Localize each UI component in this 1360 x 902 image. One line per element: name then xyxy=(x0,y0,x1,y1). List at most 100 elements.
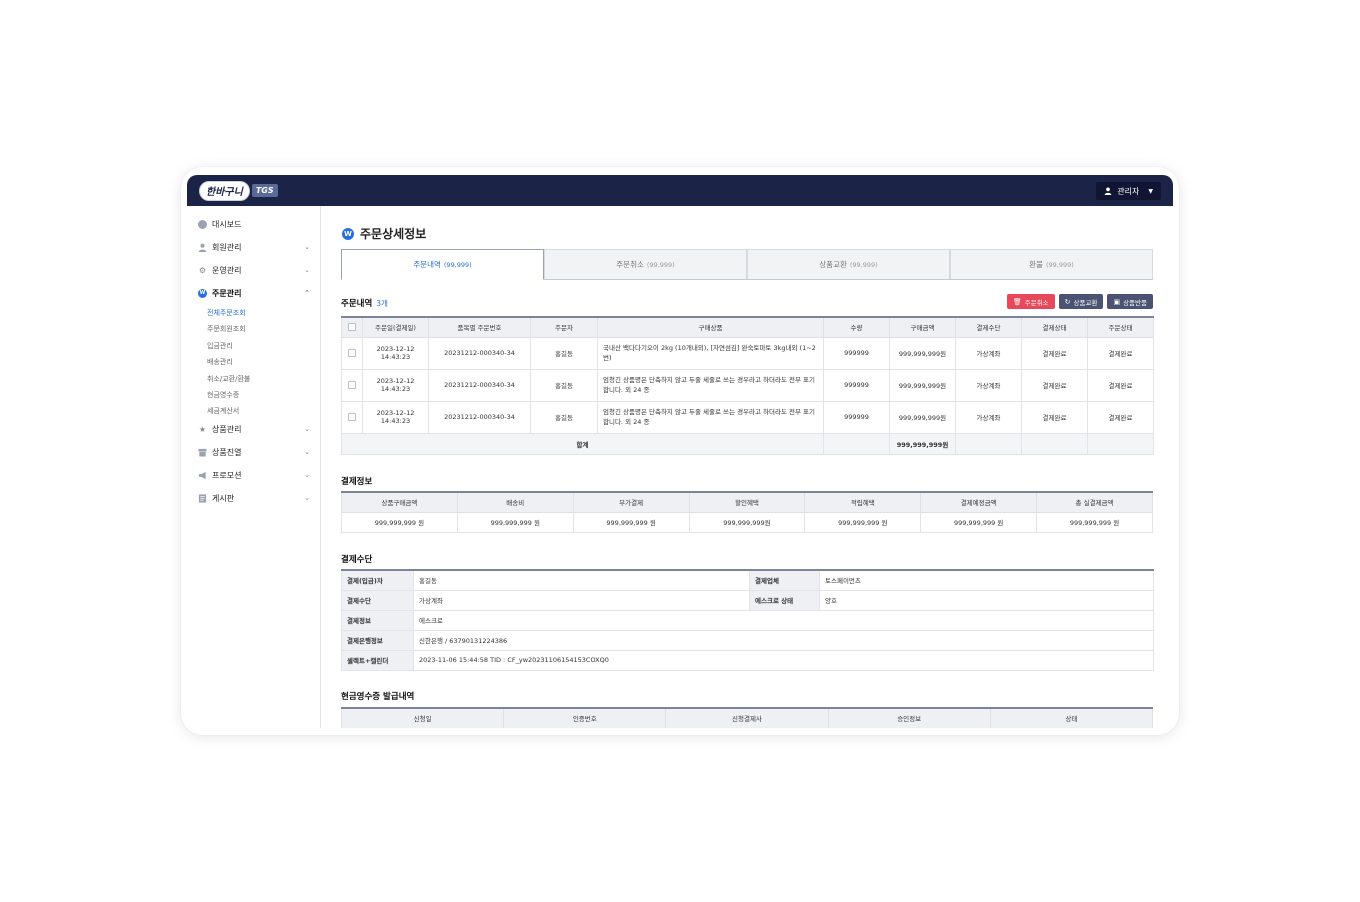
total-row: 합계 999,999,999원 xyxy=(341,432,1154,455)
payment-value: 999,999,999원 xyxy=(688,511,806,533)
column-header: 신청결제사 xyxy=(665,707,829,728)
row-checkbox[interactable] xyxy=(348,381,356,389)
tab-refund[interactable]: 환불 (99,999) xyxy=(950,249,1153,279)
page-title: W 주문상세정보 xyxy=(342,225,426,242)
column-header: 구매금액 xyxy=(889,316,956,338)
column-header: 상품구매금액 xyxy=(341,491,458,513)
buyer-name: 홍길동 xyxy=(530,368,598,402)
sidebar-subitem-tax-invoice[interactable]: 세금계산서 xyxy=(207,406,239,416)
table-row[interactable]: 2023-12-12 14:43:23 20231212-000340-34 홍길… xyxy=(341,336,1154,370)
sidebar-item-members[interactable]: 회원관리 ⌄ xyxy=(198,240,310,254)
amount: 999,999,999원 xyxy=(889,400,956,434)
row-select-cell xyxy=(341,368,363,402)
return-label: 상품반품 xyxy=(1123,298,1147,307)
payment-value: 999,999,999 원 xyxy=(1036,511,1153,533)
column-header: 주문자 xyxy=(530,316,598,338)
select-all-cell xyxy=(341,316,363,338)
field-label: 셀렉트+캘린더 xyxy=(341,649,414,671)
sidebar-item-operations[interactable]: ⚙ 운영관리 ⌄ xyxy=(198,263,310,277)
board-icon xyxy=(198,493,207,503)
table-row: 셀렉트+캘린더 2023-11-06 15:44:58 TID : CF_yw2… xyxy=(341,649,1154,671)
chevron-down-icon: ⌄ xyxy=(304,266,310,274)
user-icon xyxy=(198,243,207,252)
field-label: 에스크로 상태 xyxy=(749,589,820,611)
table-header-row: 주문일(결제일) 품목별 주문번호 주문자 구매상품 수량 구매금액 결제수단 … xyxy=(341,316,1154,338)
tab-order-cancel[interactable]: 주문취소 (99,999) xyxy=(544,249,747,279)
column-header: 구매상품 xyxy=(597,316,824,338)
sidebar-subitem-shipping[interactable]: 배송관리 xyxy=(207,357,233,367)
column-header: 결제수단 xyxy=(955,316,1022,338)
order-time: 14:43:23 xyxy=(380,353,411,361)
amount: 999,999,999원 xyxy=(889,368,956,402)
table-header-row: 신청일 인증번호 신청결제사 승인정보 상태 xyxy=(340,707,1154,728)
payment-method: 가상계좌 xyxy=(955,368,1022,402)
order-date-cell: 2023-12-12 14:43:23 xyxy=(362,368,429,402)
product-name: 엄청긴 상품명은 단축하지 않고 두줄 세줄로 쓰는 경우라고 하더라도 전부 … xyxy=(597,368,824,402)
sidebar-subitem-order-members[interactable]: 주문회원조회 xyxy=(207,324,246,334)
sidebar-item-board[interactable]: 게시판 ⌄ xyxy=(198,491,310,505)
select-all-checkbox[interactable] xyxy=(348,323,356,332)
tab-bar: 주문내역 (99,999) 주문취소 (99,999) 상품교환 (99,999) 환… xyxy=(341,249,1153,280)
sidebar-item-display[interactable]: 상품진열 ⌄ xyxy=(198,445,310,459)
buyer-name: 홍길동 xyxy=(530,336,598,370)
row-checkbox[interactable] xyxy=(348,349,356,357)
field-value: 에스크로 xyxy=(413,609,1154,631)
chevron-up-icon: ⌃ xyxy=(304,289,310,297)
return-button[interactable]: ▣ 상품반품 xyxy=(1107,294,1153,309)
tab-label: 환불 xyxy=(1029,260,1043,269)
sidebar-item-orders[interactable]: W 주문관리 ⌃ xyxy=(198,286,310,300)
sidebar-subitem-cancel-exchange-refund[interactable]: 취소/교환/환불 xyxy=(207,374,250,384)
quantity: 999999 xyxy=(823,336,890,370)
user-menu-button[interactable]: 관리자 ▼ xyxy=(1096,182,1161,200)
row-checkbox[interactable] xyxy=(348,413,356,421)
payment-method: 가상계좌 xyxy=(955,400,1022,434)
field-value: 양호 xyxy=(819,589,1154,611)
cancel-order-button[interactable]: 🗑 주문취소 xyxy=(1006,294,1055,309)
tab-product-exchange[interactable]: 상품교환 (99,999) xyxy=(747,249,950,279)
payment-status: 결제완료 xyxy=(1021,400,1088,434)
sidebar-item-products[interactable]: ★ 상품관리 ⌄ xyxy=(198,422,310,436)
table-row[interactable]: 2023-12-12 14:43:23 20231212-000340-34 홍길… xyxy=(341,368,1154,402)
column-header: 배송비 xyxy=(456,491,574,513)
tab-label: 상품교환 xyxy=(819,260,847,269)
tab-order-history[interactable]: 주문내역 (99,999) xyxy=(341,249,544,280)
order-status: 결제완료 xyxy=(1087,400,1154,434)
main-content: W 주문상세정보 주문내역 (99,999) 주문취소 (99,999) 상품교환(… xyxy=(321,206,1173,728)
table-row[interactable]: 2023-12-12 14:43:23 20231212-000340-34 홍길… xyxy=(341,400,1154,434)
column-header: 품목별 주문번호 xyxy=(428,316,531,338)
column-header: 할인혜택 xyxy=(688,491,806,513)
sidebar-item-promotion[interactable]: 프로모션 ⌄ xyxy=(198,468,310,482)
total-empty-cell xyxy=(1021,432,1088,455)
refresh-icon: ↻ xyxy=(1064,297,1071,306)
exchange-button[interactable]: ↻ 상품교환 xyxy=(1058,294,1104,309)
orders-table: 주문일(결제일) 품목별 주문번호 주문자 구매상품 수량 구매금액 결제수단 … xyxy=(341,316,1154,455)
field-label: 결제수단 xyxy=(341,589,414,611)
column-header: 결제예정금액 xyxy=(920,491,1038,513)
order-number: 20231212-000340-34 xyxy=(428,368,531,402)
star-icon: ★ xyxy=(198,424,207,434)
field-label: 결제업체 xyxy=(749,569,820,591)
order-date-cell: 2023-12-12 14:43:23 xyxy=(362,400,429,434)
orders-section-title: 주문내역 3개 xyxy=(341,297,388,309)
sidebar-item-label: 회원관리 xyxy=(212,242,242,252)
column-header: 신청일 xyxy=(340,707,505,728)
table-header-row: 상품구매금액 배송비 부가결제 할인혜택 적립혜택 결제예정금액 총 실결제금액 xyxy=(341,491,1153,513)
column-header: 주문상태 xyxy=(1087,316,1154,338)
column-header: 승인정보 xyxy=(827,707,991,728)
order-date: 2023-12-12 xyxy=(376,345,415,353)
sidebar-item-dashboard[interactable]: 대시보드 xyxy=(198,217,310,231)
payment-method: 가상계좌 xyxy=(955,336,1022,370)
logo[interactable]: 한바구니 TGS xyxy=(199,180,278,201)
store-icon xyxy=(198,448,207,457)
tab-count: (99,999) xyxy=(443,260,472,269)
sidebar-subitem-cash-receipt[interactable]: 현금영수증 xyxy=(207,390,239,400)
sidebar-subitem-all-orders[interactable]: 전체주문조회 xyxy=(207,308,246,318)
dashboard-icon xyxy=(198,219,207,229)
payment-method-title: 결제수단 xyxy=(341,555,373,565)
field-label: 결제은행정보 xyxy=(341,629,414,651)
sidebar: 대시보드 회원관리 ⌄ ⚙ 운영관리 ⌄ W 주문관리 ⌃ 전체주문조회 주문회… xyxy=(187,206,321,728)
receipt-table: 신청일 인증번호 신청결제사 승인정보 상태 xyxy=(340,707,1154,728)
tab-count: (99,999) xyxy=(849,260,878,269)
chevron-down-icon: ⌄ xyxy=(304,448,310,456)
sidebar-subitem-deposits[interactable]: 입금관리 xyxy=(207,341,233,351)
